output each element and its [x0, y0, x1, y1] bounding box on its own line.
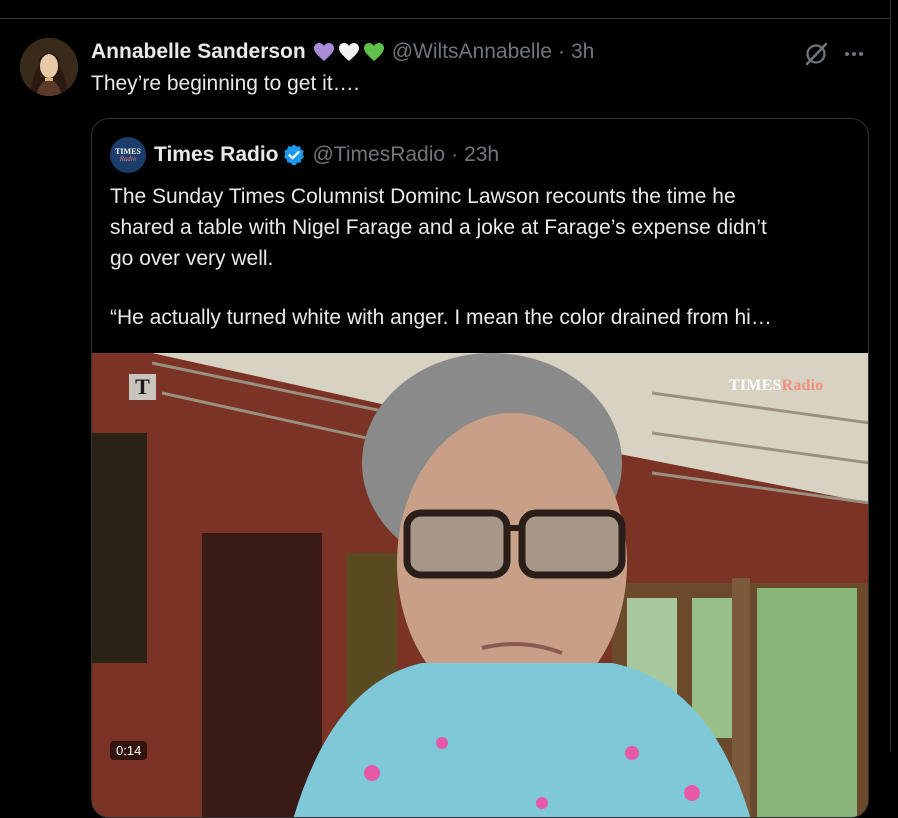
- times-radio-avatar[interactable]: TIMES Radio: [110, 137, 146, 173]
- author-avatar[interactable]: [20, 38, 78, 96]
- author-handle[interactable]: @WiltsAnnabelle: [392, 40, 552, 64]
- name-emojis: [312, 40, 386, 64]
- quote-timestamp[interactable]: 23h: [464, 143, 499, 167]
- quote-line: “He actually turned white with anger. I …: [110, 306, 772, 329]
- divider: [0, 18, 890, 19]
- quote-line: shared a table with Nigel Farage and a j…: [110, 216, 767, 239]
- quoted-tweet[interactable]: TIMES Radio Times Radio @TimesRadio · 23…: [91, 118, 869, 818]
- watermark-times: TIMES: [729, 377, 782, 394]
- separator-dot: ·: [451, 143, 459, 166]
- purple-heart-icon: [313, 43, 334, 61]
- avatar-text-radio: Radio: [119, 154, 137, 163]
- quote-author-handle[interactable]: @TimesRadio: [312, 143, 445, 167]
- quote-line: go over very well.: [110, 247, 274, 270]
- column-border: [890, 0, 891, 751]
- tweet-timestamp[interactable]: 3h: [571, 40, 594, 64]
- more-options-icon[interactable]: [838, 38, 870, 70]
- portrait-icon: [20, 38, 78, 96]
- tweet-text: They’re beginning to get it….: [91, 72, 360, 95]
- quote-body: The Sunday Times Columnist Dominc Lawson…: [110, 181, 855, 333]
- separator-dot: ·: [557, 40, 565, 63]
- author-name[interactable]: Annabelle Sanderson: [91, 40, 306, 64]
- grok-icon[interactable]: [800, 38, 832, 70]
- video-frame: [92, 353, 868, 817]
- watermark-radio: Radio: [781, 377, 824, 394]
- quote-header: TIMES Radio Times Radio @TimesRadio · 23…: [110, 137, 499, 173]
- video-player[interactable]: T TIMESRadio 0:14: [92, 353, 868, 817]
- green-heart-icon: [363, 43, 384, 61]
- tweet-header: Annabelle Sanderson @WiltsAnnabelle · 3h: [91, 38, 594, 66]
- timeline: Annabelle Sanderson @WiltsAnnabelle · 3h: [0, 0, 898, 818]
- white-heart-icon: [338, 43, 359, 61]
- quote-author-name[interactable]: Times Radio: [154, 143, 278, 167]
- verified-badge-icon: [284, 144, 305, 166]
- times-radio-watermark: TIMESRadio: [729, 377, 823, 395]
- times-t-logo: T: [129, 374, 156, 400]
- quote-line: The Sunday Times Columnist Dominc Lawson…: [110, 185, 736, 208]
